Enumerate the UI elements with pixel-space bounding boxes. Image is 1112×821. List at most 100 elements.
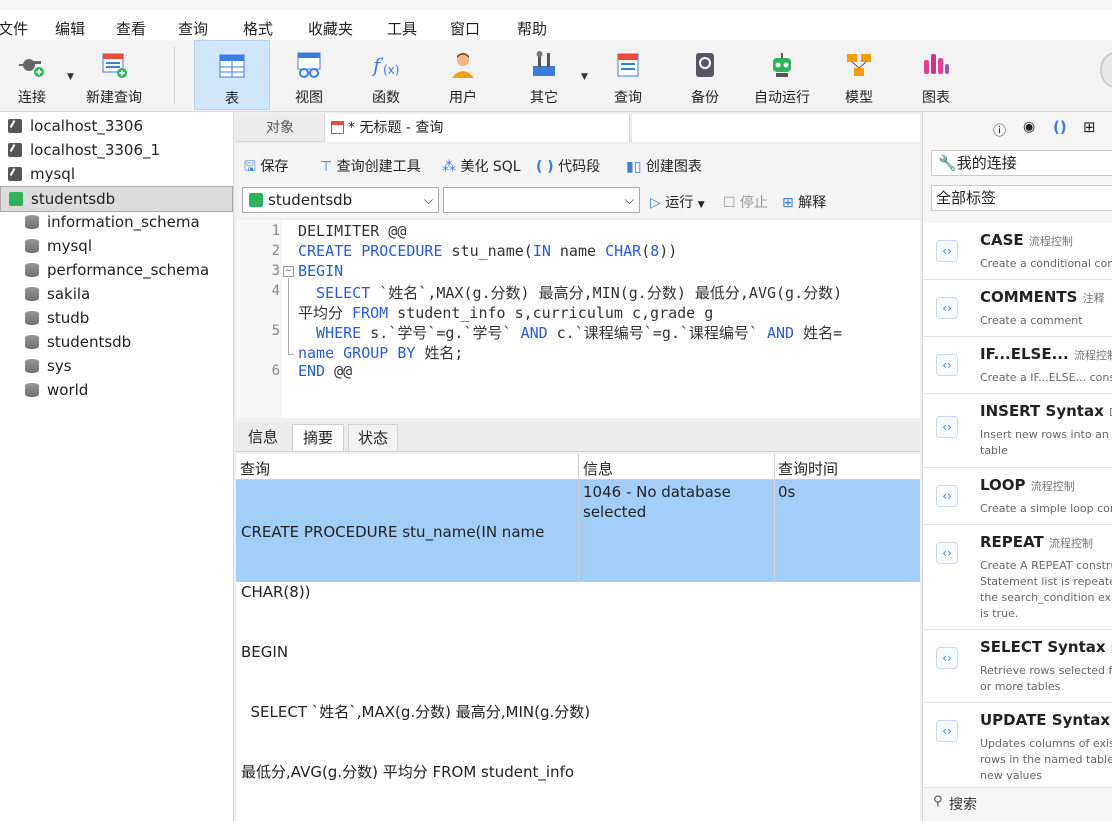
tree-node-mysql[interactable]: mysql (0, 162, 233, 186)
snippet-icon: ‹› (936, 720, 958, 742)
snippet-if-else[interactable]: ‹› IF...ELSE... 流程控制 Create a IF...ELSE.… (923, 337, 1112, 394)
new-query-label: 新建查询 (86, 90, 142, 106)
code-snippet-button[interactable]: ( ) 代码段 (536, 156, 600, 176)
tree-node-studentsdb-connection[interactable]: studentsdb (0, 186, 233, 212)
tab-status[interactable]: 状态 (348, 424, 398, 451)
create-chart-button[interactable]: ▮▯ 创建图表 (626, 156, 702, 176)
snippet-comments[interactable]: ‹› COMMENTS 注释 Create a comment (923, 280, 1112, 337)
snippet-repeat[interactable]: ‹› REPEAT 流程控制 Create A REPEAT construc … (923, 525, 1112, 630)
snippet-loop[interactable]: ‹› LOOP 流程控制 Create a simple loop cons (923, 468, 1112, 525)
table-icon (219, 54, 245, 78)
my-connection-select[interactable]: 🔧我的连接 (931, 150, 1112, 176)
tree-node-performance-schema[interactable]: performance_schema (0, 258, 233, 282)
stop-button[interactable]: ☐ 停止 (723, 192, 768, 212)
chevron-down-icon: ▼ (697, 200, 705, 210)
braces-icon[interactable]: () (1053, 118, 1067, 136)
snippet-case[interactable]: ‹› CASE 流程控制 Create a conditional const (923, 223, 1112, 280)
run-button[interactable]: ▷ 运行 ▼ (650, 192, 705, 212)
tab-query[interactable]: * 无标题 - 查询 (324, 114, 630, 142)
tree-node-world[interactable]: world (0, 378, 233, 402)
schema-select[interactable]: ⌵ (443, 187, 640, 213)
menu-query[interactable]: 查询 (178, 18, 208, 39)
bar-chart-icon: ▮▯ (626, 159, 642, 175)
main-toolbar: 连接 ▼ 新建查询 表 视图 f (x) 函数 用户 其它 ▼ 查询 备份 自动运… (0, 40, 1112, 112)
fold-toggle-icon[interactable]: − (283, 266, 294, 277)
table-button[interactable]: 表 (194, 40, 270, 110)
database-icon (25, 335, 39, 349)
column-header-info[interactable]: 信息 (583, 458, 613, 479)
column-header-time[interactable]: 查询时间 (778, 458, 838, 479)
eye-icon[interactable]: ◉ (1023, 119, 1035, 135)
snippet-search[interactable]: ⚲ 搜索 (923, 790, 1112, 821)
code-line-1: DELIMITER @@ (298, 222, 407, 240)
connect-button[interactable]: 连接 (6, 40, 58, 110)
model-button[interactable]: 模型 (831, 40, 887, 110)
column-header-query[interactable]: 查询 (240, 458, 270, 479)
menu-view[interactable]: 查看 (116, 18, 146, 39)
database-select[interactable]: studentsdb ⌵ (242, 187, 439, 213)
user-button[interactable]: 用户 (435, 40, 491, 110)
column-divider (578, 454, 579, 582)
menu-favorites[interactable]: 收藏夹 (308, 18, 353, 39)
automation-button[interactable]: 自动运行 (748, 40, 816, 110)
menu-edit[interactable]: 编辑 (55, 18, 85, 39)
new-query-icon (102, 53, 127, 78)
fold-guide (288, 278, 289, 355)
tab-objects[interactable]: 对象 (236, 114, 324, 142)
menu-format[interactable]: 格式 (243, 18, 273, 39)
save-button[interactable]: 🖫 保存 (244, 156, 288, 180)
view-icon (297, 52, 321, 78)
sql-editor[interactable]: 1 2 3 4 5 6 − DELIMITER @@ CREATE PROCED… (236, 220, 920, 418)
grid-icon[interactable]: ⊞ (1083, 118, 1096, 136)
code-line-6: END @@ (298, 362, 353, 380)
query-builder-button[interactable]: ⊤ 查询创建工具 (320, 156, 421, 176)
tree-node-studentsdb[interactable]: studentsdb (0, 330, 233, 354)
line-number: 1 (271, 223, 280, 239)
database-icon (25, 359, 39, 373)
connection-icon (8, 167, 22, 181)
menu-help[interactable]: 帮助 (517, 18, 547, 39)
new-query-button[interactable]: 新建查询 (80, 40, 148, 110)
function-button[interactable]: f (x) 函数 (358, 40, 414, 110)
tree-node-localhost-3306-1[interactable]: localhost_3306_1 (0, 138, 233, 162)
tree-node-information-schema[interactable]: information_schema (0, 210, 233, 234)
view-button[interactable]: 视图 (281, 40, 337, 110)
tab-summary[interactable]: 摘要 (292, 424, 344, 451)
chart-button[interactable]: 图表 (908, 40, 964, 110)
snippet-update-syntax[interactable]: ‹› UPDATE Syntax DI Updates columns of e… (923, 703, 1112, 788)
menu-tools[interactable]: 工具 (387, 18, 417, 39)
tab-info[interactable]: 信息 (238, 424, 288, 451)
avatar[interactable] (1100, 52, 1112, 88)
beautify-sql-button[interactable]: ⁂ 美化 SQL (442, 156, 521, 176)
snippet-insert-syntax[interactable]: ‹› INSERT Syntax DM Insert new rows into… (923, 394, 1112, 468)
query-button[interactable]: 查询 (600, 40, 656, 110)
snippet-select-syntax[interactable]: ‹› SELECT Syntax DM Retrieve rows select… (923, 630, 1112, 703)
magic-wand-icon: ⁂ (442, 159, 456, 175)
menu-file[interactable]: 文件 (0, 18, 28, 39)
query-label: 查询 (614, 90, 642, 106)
backup-icon (696, 53, 714, 77)
navicat-window: 文件 编辑 查看 查询 格式 收藏夹 工具 窗口 帮助 连接 ▼ 新建查询 表 … (0, 0, 1112, 821)
cell-query: CREATE PROCEDURE stu_name(IN name CHAR(8… (241, 523, 591, 781)
other-button[interactable]: 其它 (516, 40, 572, 110)
database-icon (25, 263, 39, 277)
function-icon: f (x) (371, 53, 399, 77)
snippet-icon: ‹› (936, 647, 958, 669)
column-divider (774, 454, 775, 582)
chevron-down-icon[interactable]: ▼ (581, 72, 588, 82)
explain-button[interactable]: ⊞ 解释 (782, 192, 826, 212)
tree-node-studb[interactable]: studb (0, 306, 233, 330)
menu-window[interactable]: 窗口 (450, 18, 480, 39)
tree-node-sakila[interactable]: sakila (0, 282, 233, 306)
tools-icon (533, 51, 555, 76)
fold-guide (288, 354, 294, 355)
backup-button[interactable]: 备份 (677, 40, 733, 110)
database-icon (25, 287, 39, 301)
chevron-down-icon: ⌵ (423, 193, 433, 207)
chevron-down-icon[interactable]: ▼ (67, 72, 74, 82)
info-icon[interactable]: ⓘ (993, 120, 1006, 139)
tag-filter-select[interactable]: 全部标签 (931, 185, 1112, 211)
tree-node-mysql-db[interactable]: mysql (0, 234, 233, 258)
tree-node-sys[interactable]: sys (0, 354, 233, 378)
tree-node-localhost-3306[interactable]: localhost_3306 (0, 114, 233, 138)
